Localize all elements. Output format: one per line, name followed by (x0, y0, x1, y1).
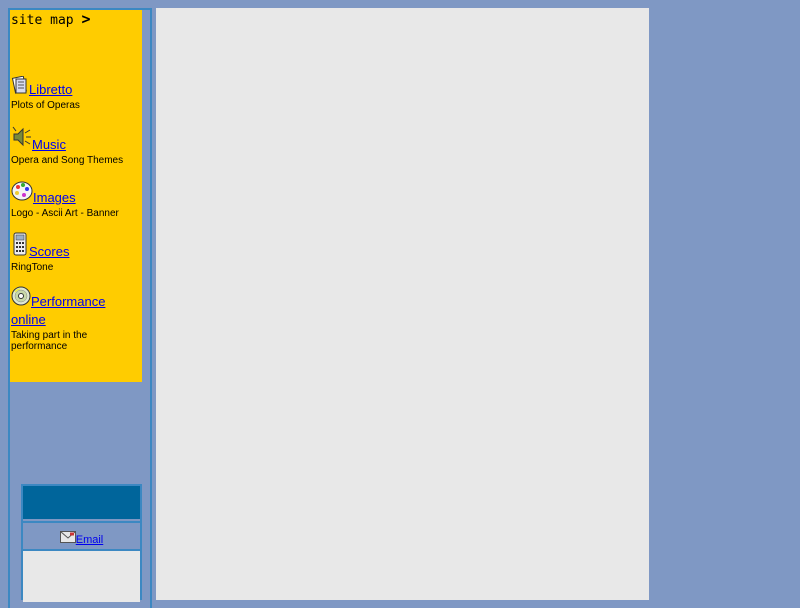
site-map-label: site map (11, 13, 74, 28)
nav-item-scores: Scores RingTone (11, 232, 141, 273)
nav-item-images: Images Logo - Ascii Art - Banner (11, 180, 141, 219)
nav-desc-scores: RingTone (11, 262, 54, 273)
nav-desc-libretto: Plots of Operas (11, 100, 80, 111)
nav-link-libretto[interactable]: Libretto (29, 82, 72, 97)
contact-header (23, 486, 140, 519)
palette-icon[interactable] (11, 180, 33, 207)
envelope-icon[interactable] (59, 530, 76, 548)
nav-item-music: Music Opera and Song Themes (11, 125, 141, 166)
nav-link-images[interactable]: Images (33, 190, 76, 205)
nav-desc-performance: Taking part in the performance (11, 330, 88, 352)
phone-icon[interactable] (11, 232, 29, 261)
book-icon[interactable] (11, 75, 29, 99)
contact-box: Email (21, 484, 142, 602)
nav-link-music[interactable]: Music (32, 137, 66, 152)
speaker-icon[interactable] (11, 125, 32, 154)
nav-item-performance: Performance online Taking part in the pe… (11, 286, 141, 352)
main-content-area (156, 8, 649, 600)
nav-item-libretto: Libretto Plots of Operas (11, 75, 141, 111)
cd-icon[interactable] (11, 286, 31, 311)
nav-desc-music: Opera and Song Themes (11, 155, 124, 166)
email-row: Email (23, 521, 140, 551)
site-map-heading: site map > (11, 10, 90, 28)
contact-body (23, 551, 140, 602)
site-map-arrow: > (81, 10, 91, 28)
nav-desc-images: Logo - Ascii Art - Banner (11, 208, 119, 219)
site-map-panel: site map > Libretto Plots of Operas Musi… (10, 10, 142, 382)
nav-link-scores[interactable]: Scores (29, 244, 69, 259)
email-link[interactable]: Email (76, 534, 104, 546)
